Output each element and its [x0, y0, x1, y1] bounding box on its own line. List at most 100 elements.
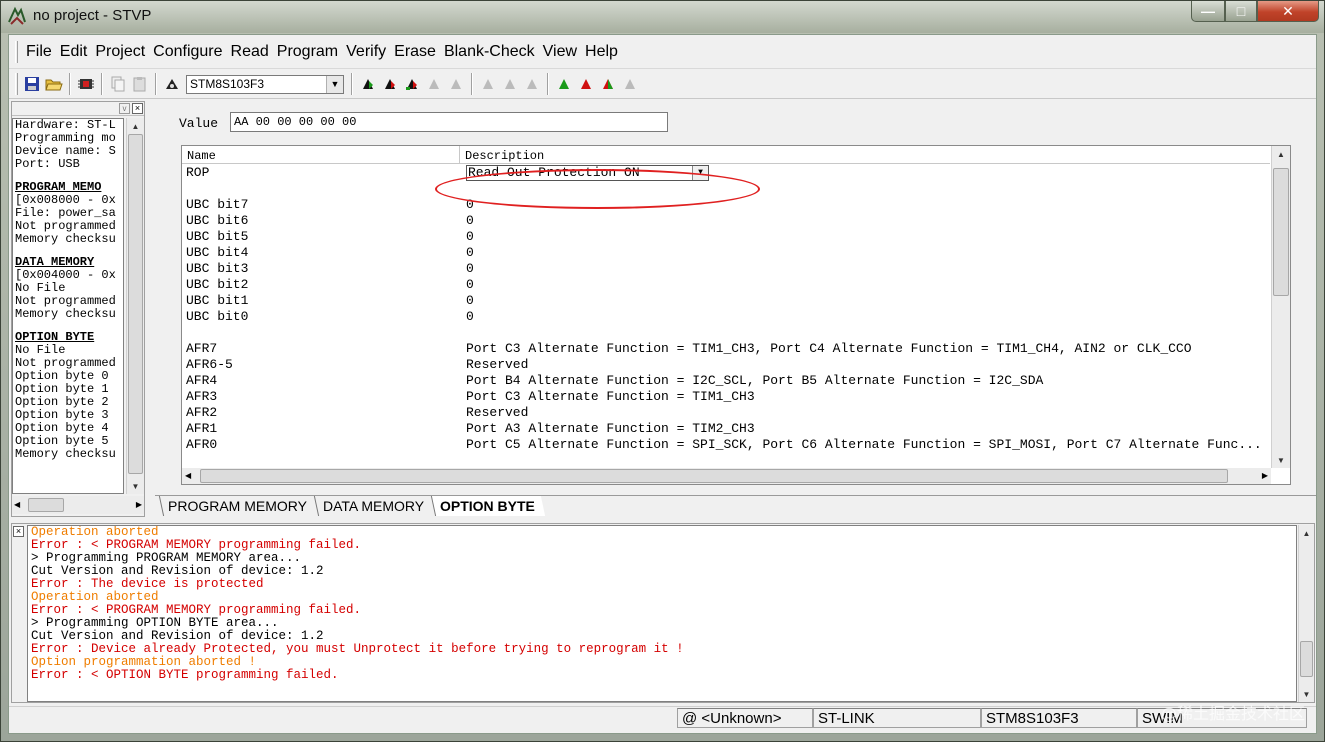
menu-configure[interactable]: Configure: [149, 43, 226, 61]
option-value: 0: [466, 261, 474, 276]
option-row[interactable]: AFR0 Port C5 Alternate Function = SPI_SCK…: [182, 437, 1270, 453]
tab-option-byte[interactable]: OPTION BYTE: [430, 496, 546, 516]
read-all-button[interactable]: [379, 73, 401, 95]
read-disabled-icon: [429, 79, 439, 89]
h-scroll-thumb[interactable]: [28, 498, 64, 512]
read-option-button[interactable]: [401, 73, 423, 95]
scroll-up-icon[interactable]: ▲: [1272, 146, 1290, 162]
panel-dropdown-icon[interactable]: v: [119, 103, 130, 114]
option-value: Reserved: [466, 357, 529, 372]
chevron-down-icon: ▼: [326, 75, 343, 93]
option-name: AFR1: [186, 421, 218, 436]
menu-read[interactable]: Read: [227, 43, 273, 61]
scroll-thumb[interactable]: [1300, 641, 1313, 677]
menu-file[interactable]: File: [22, 43, 56, 61]
scroll-left-icon[interactable]: ◀: [185, 471, 191, 480]
option-row[interactable]: AFR4 Port B4 Alternate Function = I2C_SCL…: [182, 373, 1270, 389]
scroll-right-icon[interactable]: ▶: [1262, 471, 1268, 480]
grid-vertical-scrollbar[interactable]: ▲ ▼: [1271, 146, 1290, 468]
scroll-thumb[interactable]: [1273, 168, 1289, 296]
verify-option-button[interactable]: [597, 73, 619, 95]
scroll-down-icon[interactable]: ▼: [127, 478, 144, 494]
maximize-button[interactable]: □: [1225, 1, 1257, 22]
stvp-app-icon: [8, 6, 26, 25]
grid-horizontal-scrollbar[interactable]: ◀ ▶: [182, 468, 1271, 484]
option-row[interactable]: AFR7 Port C3 Alternate Function = TIM1_CH…: [182, 341, 1270, 357]
open-folder-icon: [45, 79, 63, 91]
option-name: UBC bit4: [186, 245, 249, 260]
copy-button: [107, 73, 129, 95]
log-vertical-scrollbar[interactable]: ▲ ▼: [1298, 525, 1314, 702]
option-name: UBC bit5: [186, 229, 249, 244]
menu-view[interactable]: View: [539, 43, 581, 61]
info-line: Memory checksu: [15, 447, 116, 461]
client-area: File Edit Project Configure Read Program…: [8, 34, 1317, 734]
scroll-thumb[interactable]: [128, 134, 143, 474]
window-title: no project - STVP: [33, 7, 152, 24]
option-row[interactable]: UBC bit6 0: [182, 213, 1270, 229]
status-spacer: [9, 707, 677, 728]
scroll-left-icon[interactable]: ◀: [14, 500, 20, 509]
option-value: Port C3 Alternate Function = TIM1_CH3, P…: [466, 341, 1192, 356]
info-horizontal-scrollbar[interactable]: ◀ ▶: [12, 496, 144, 514]
info-vertical-scrollbar[interactable]: ▲ ▼: [126, 118, 144, 494]
scroll-up-icon[interactable]: ▲: [127, 118, 144, 134]
info-panel: v × Hardware: ST-L Programming mo Device…: [11, 101, 145, 517]
column-name-header[interactable]: Name: [182, 146, 460, 163]
menu-blank-check[interactable]: Blank-Check: [440, 43, 539, 61]
device-button[interactable]: [161, 73, 183, 95]
menu-verify[interactable]: Verify: [342, 43, 390, 61]
verify-button[interactable]: [553, 73, 575, 95]
close-window-button[interactable]: ✕: [1257, 1, 1319, 22]
menu-project[interactable]: Project: [91, 43, 149, 61]
option-row[interactable]: UBC bit4 0: [182, 245, 1270, 261]
menu-help[interactable]: Help: [581, 43, 622, 61]
row-gap: [182, 181, 1270, 197]
scroll-down-icon[interactable]: ▼: [1272, 452, 1290, 468]
read-current-tab-button[interactable]: [357, 73, 379, 95]
option-row[interactable]: UBC bit5 0: [182, 229, 1270, 245]
option-row[interactable]: UBC bit3 0: [182, 261, 1270, 277]
menu-edit[interactable]: Edit: [56, 43, 92, 61]
option-value: Reserved: [466, 405, 529, 420]
chip-button[interactable]: [75, 73, 97, 95]
verify-all-button[interactable]: [575, 73, 597, 95]
option-row-rop[interactable]: ROP Read Out Protection ON ▼: [182, 165, 1270, 181]
menubar-grip: [15, 40, 18, 63]
device-select[interactable]: STM8S103F3 ▼: [186, 74, 344, 94]
option-row[interactable]: AFR2 Reserved: [182, 405, 1270, 421]
option-row[interactable]: AFR1 Port A3 Alternate Function = TIM2_CH…: [182, 421, 1270, 437]
option-row[interactable]: AFR3 Port C3 Alternate Function = TIM1_CH…: [182, 389, 1270, 405]
status-device: STM8S103F3: [981, 708, 1137, 728]
tab-label: OPTION BYTE: [440, 498, 536, 514]
column-description-header[interactable]: Description: [460, 146, 1270, 163]
option-row[interactable]: UBC bit2 0: [182, 277, 1270, 293]
toolbar-separator: [547, 73, 549, 95]
tab-data-memory[interactable]: DATA MEMORY: [313, 496, 435, 516]
menu-program[interactable]: Program: [273, 43, 342, 61]
option-row[interactable]: AFR6-5 Reserved: [182, 357, 1270, 373]
device-icon: [166, 79, 178, 89]
read-current-icon: [363, 79, 373, 89]
minimize-button[interactable]: —: [1191, 1, 1225, 22]
chevron-down-icon[interactable]: ▼: [692, 166, 708, 180]
option-row[interactable]: UBC bit0 0: [182, 309, 1270, 325]
title-bar[interactable]: no project - STVP — □ ✕: [1, 1, 1324, 33]
option-name: UBC bit1: [186, 293, 249, 308]
menu-erase[interactable]: Erase: [390, 43, 440, 61]
option-row[interactable]: UBC bit7 0: [182, 197, 1270, 213]
tab-program-memory[interactable]: PROGRAM MEMORY: [158, 496, 318, 516]
scroll-right-icon[interactable]: ▶: [136, 500, 142, 509]
value-field[interactable]: AA 00 00 00 00 00: [230, 112, 668, 132]
open-button[interactable]: [43, 73, 65, 95]
rop-select[interactable]: Read Out Protection ON ▼: [466, 165, 709, 181]
h-scroll-thumb[interactable]: [200, 469, 1228, 483]
scroll-up-icon[interactable]: ▲: [1299, 525, 1314, 541]
save-button[interactable]: [21, 73, 43, 95]
info-panel-header: v ×: [12, 102, 144, 116]
close-panel-button[interactable]: ×: [132, 103, 143, 114]
close-log-button[interactable]: ×: [13, 526, 24, 537]
option-value: 0: [466, 293, 474, 308]
read-disabled-button-1: [423, 73, 445, 95]
option-row[interactable]: UBC bit1 0: [182, 293, 1270, 309]
